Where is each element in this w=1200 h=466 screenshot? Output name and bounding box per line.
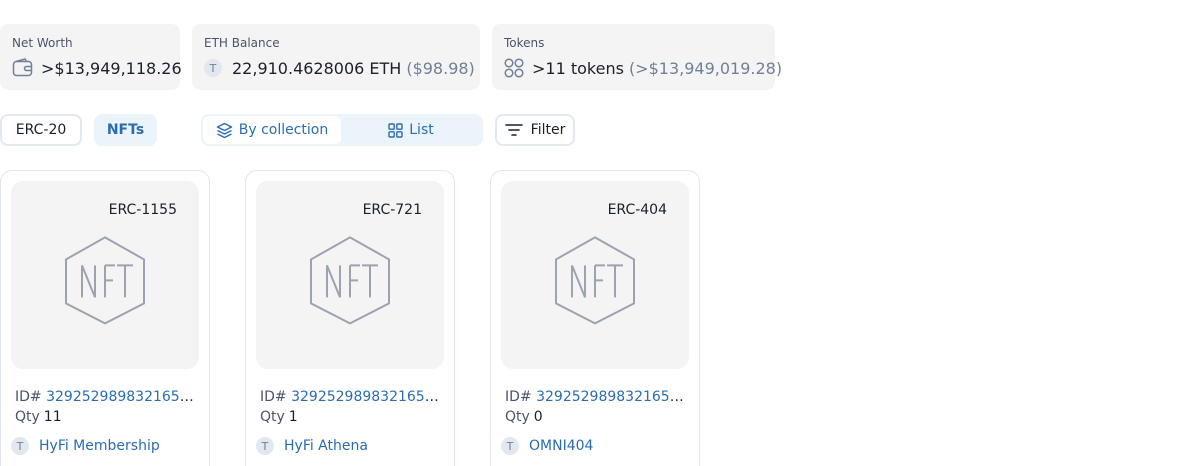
- filter-label: Filter: [530, 122, 566, 138]
- eth-balance-label: ETH Balance: [204, 36, 280, 50]
- nft-id: ID# 3292529898321655...: [15, 389, 195, 405]
- nft-collection-link[interactable]: T HyFi Athena: [256, 437, 368, 455]
- list-view-button[interactable]: List: [341, 116, 481, 144]
- nft-collection-link[interactable]: T OMNI404: [501, 437, 593, 455]
- nft-image: ERC-404: [501, 181, 689, 369]
- tokens-icon: [504, 58, 524, 78]
- nft-card[interactable]: ERC-1155 ID# 3292529898321655... Qty 11 T…: [0, 170, 210, 466]
- nft-card[interactable]: ERC-404 ID# 3292529898321655... Qty 0 T OM…: [490, 170, 700, 466]
- filter-icon: [504, 124, 523, 136]
- tokens-value: >11 tokens: [532, 58, 624, 78]
- nft-qty: Qty 1: [260, 409, 298, 425]
- nft-qty-value: 0: [533, 409, 543, 425]
- tokens-card: Tokens >11 tokens (>$13,949,019.28): [492, 24, 782, 90]
- nft-qty-label: Qty: [505, 409, 530, 425]
- grid-icon: [388, 122, 403, 138]
- tab-nfts[interactable]: NFTs: [94, 114, 157, 146]
- nft-qty-label: Qty: [15, 409, 40, 425]
- nft-standard-label: ERC-1155: [108, 202, 177, 218]
- filter-button[interactable]: Filter: [495, 114, 575, 146]
- tokens-usd: (>$13,949,019.28): [628, 58, 783, 78]
- nft-image: ERC-1155: [11, 181, 199, 369]
- nft-placeholder-icon: [310, 236, 390, 325]
- tokens-label: Tokens: [504, 36, 545, 50]
- nft-id-label: ID#: [15, 389, 42, 405]
- nft-card[interactable]: ERC-721 ID# 3292529898321655... Qty 1 T Hy…: [245, 170, 455, 466]
- nft-id-link[interactable]: 3292529898321655...: [46, 389, 195, 405]
- nft-image: ERC-721: [256, 181, 444, 369]
- nft-id-label: ID#: [505, 389, 532, 405]
- nft-id-link[interactable]: 3292529898321655...: [536, 389, 685, 405]
- net-worth-label: Net Worth: [12, 36, 73, 50]
- eth-balance-card: ETH Balance T 22,910.4628006 ETH ($98.98…: [192, 24, 480, 90]
- eth-balance-usd: ($98.98): [406, 58, 475, 78]
- nft-qty-value: 11: [43, 409, 62, 425]
- collection-badge: T: [11, 437, 29, 455]
- nft-qty: Qty 11: [15, 409, 62, 425]
- layers-icon: [216, 122, 232, 138]
- nft-qty-value: 1: [288, 409, 298, 425]
- net-worth-card: Net Worth >$13,949,118.26: [0, 24, 182, 90]
- view-toggle: By collection List: [201, 114, 483, 146]
- collection-name: HyFi Membership: [39, 438, 160, 454]
- collection-name: OMNI404: [529, 438, 594, 454]
- collection-badge: T: [501, 437, 519, 455]
- collection-name: HyFi Athena: [284, 438, 368, 454]
- wallet-icon: [12, 58, 33, 78]
- nft-standard-label: ERC-721: [362, 202, 422, 218]
- net-worth-value: >$13,949,118.26: [41, 58, 182, 78]
- nft-standard-label: ERC-404: [607, 202, 667, 218]
- list-view-label: List: [409, 122, 434, 138]
- by-collection-label: By collection: [238, 122, 329, 138]
- nft-id: ID# 3292529898321655...: [505, 389, 685, 405]
- nft-id-label: ID#: [260, 389, 287, 405]
- nft-placeholder-icon: [65, 236, 145, 325]
- tab-erc20[interactable]: ERC-20: [0, 114, 82, 146]
- nft-collection-link[interactable]: T HyFi Membership: [11, 437, 160, 455]
- nft-id-link[interactable]: 3292529898321655...: [291, 389, 440, 405]
- eth-token-badge: T: [204, 59, 222, 77]
- eth-balance-value: 22,910.4628006 ETH: [232, 58, 402, 78]
- collection-badge: T: [256, 437, 274, 455]
- by-collection-button[interactable]: By collection: [203, 116, 341, 144]
- nft-placeholder-icon: [555, 236, 635, 325]
- nft-id: ID# 3292529898321655...: [260, 389, 440, 405]
- nft-qty: Qty 0: [505, 409, 543, 425]
- nft-qty-label: Qty: [260, 409, 285, 425]
